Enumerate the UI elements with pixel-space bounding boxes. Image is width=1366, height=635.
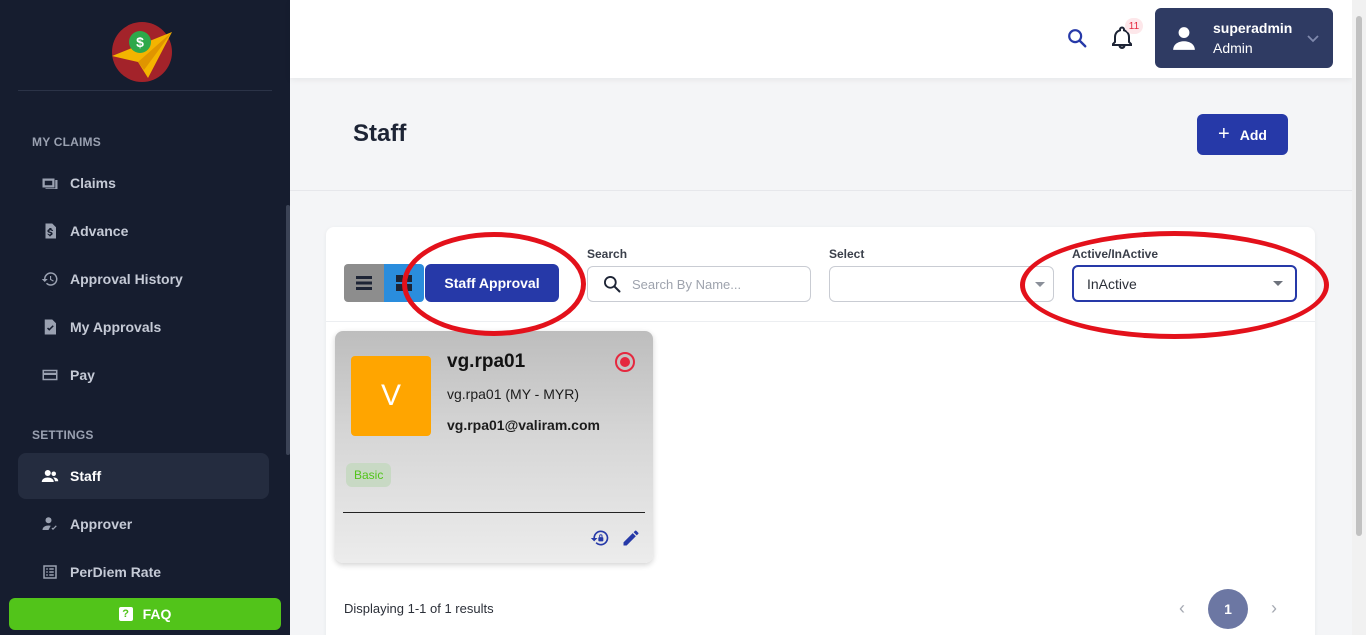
logo-divider xyxy=(18,90,272,91)
page-scrollbar[interactable] xyxy=(1352,0,1366,635)
section-title-settings: SETTINGS xyxy=(32,428,94,442)
results-count: Displaying 1-1 of 1 results xyxy=(344,601,494,616)
sidebar-item-label: Staff xyxy=(70,468,102,484)
staff-username: vg.rpa01 xyxy=(447,351,526,372)
chevron-left-icon[interactable]: ‹ xyxy=(1172,598,1192,618)
sidebar: $ MY CLAIMS Claims Advance Approval Hist… xyxy=(0,0,290,635)
sidebar-item-claims[interactable]: Claims xyxy=(18,160,269,206)
app-logo[interactable]: $ xyxy=(108,20,174,82)
plus-icon: + xyxy=(1218,123,1230,145)
sidebar-item-label: Approval History xyxy=(70,271,183,287)
staff-approval-button[interactable]: Staff Approval xyxy=(425,264,559,302)
view-toggle xyxy=(344,264,424,302)
users-icon xyxy=(40,466,60,486)
restore-lock-icon[interactable] xyxy=(590,528,610,548)
search-label: Search xyxy=(587,247,628,261)
help-icon: ? xyxy=(118,607,133,621)
top-bar: 11 superadmin Admin xyxy=(290,0,1352,78)
sidebar-item-label: My Approvals xyxy=(70,319,162,335)
page-title: Staff xyxy=(353,120,407,147)
advance-icon xyxy=(40,221,60,241)
svg-text:$: $ xyxy=(136,34,144,50)
claims-icon xyxy=(40,173,60,193)
sidebar-item-label: Claims xyxy=(70,175,116,191)
sidebar-item-perdiem-rate[interactable]: PerDiem Rate xyxy=(18,549,269,595)
search-icon[interactable] xyxy=(1066,27,1088,49)
add-label: Add xyxy=(1239,126,1267,143)
search-input[interactable] xyxy=(632,276,792,292)
sidebar-item-my-approvals[interactable]: My Approvals xyxy=(18,304,269,350)
sidebar-item-label: Pay xyxy=(70,367,95,383)
header-divider xyxy=(290,190,1352,191)
status-filter-dropdown[interactable]: InActive xyxy=(1072,265,1297,302)
grid-view-icon[interactable] xyxy=(384,264,424,302)
search-icon xyxy=(604,276,621,293)
user-menu[interactable]: superadmin Admin xyxy=(1155,8,1333,68)
sidebar-item-approver[interactable]: Approver xyxy=(18,501,269,547)
user-role: Admin xyxy=(1213,40,1253,56)
pagination-page-1[interactable]: 1 xyxy=(1208,589,1248,629)
faq-label: FAQ xyxy=(142,606,172,622)
list-view-icon[interactable] xyxy=(344,264,384,302)
section-title-my-claims: MY CLAIMS xyxy=(32,135,101,149)
staff-card[interactable]: V vg.rpa01 vg.rpa01 (MY - MYR) vg.rpa01@… xyxy=(335,331,653,563)
staff-avatar: V xyxy=(351,356,431,436)
tier-badge: Basic xyxy=(346,463,392,487)
sidebar-item-staff[interactable]: Staff xyxy=(18,453,269,499)
edit-pencil-icon[interactable] xyxy=(621,528,641,548)
sidebar-item-label: PerDiem Rate xyxy=(70,564,162,580)
select-dropdown[interactable] xyxy=(829,266,1054,302)
sidebar-item-label: Approver xyxy=(70,516,133,532)
faq-button[interactable]: ? FAQ xyxy=(9,598,281,630)
staff-subtitle: vg.rpa01 (MY - MYR) xyxy=(447,386,579,402)
sidebar-item-advance[interactable]: Advance xyxy=(18,208,269,254)
chevron-right-icon[interactable]: › xyxy=(1264,598,1284,618)
sidebar-scrollbar[interactable] xyxy=(286,205,290,455)
sidebar-item-pay[interactable]: Pay xyxy=(18,352,269,398)
search-field[interactable] xyxy=(587,266,811,302)
card-divider xyxy=(343,512,645,513)
approver-icon xyxy=(40,514,60,534)
approvals-icon xyxy=(40,317,60,337)
sidebar-item-approval-history[interactable]: Approval History xyxy=(18,256,269,302)
status-filter-label: Active/InActive xyxy=(1072,247,1159,261)
notification-badge: 11 xyxy=(1125,18,1143,34)
select-label: Select xyxy=(829,247,865,261)
staff-email: vg.rpa01@valiram.com xyxy=(447,417,600,433)
user-name: superadmin xyxy=(1213,20,1293,36)
inactive-status-icon xyxy=(615,352,635,372)
user-avatar-icon xyxy=(1171,25,1197,51)
card-icon xyxy=(40,365,60,385)
list-icon xyxy=(40,562,60,582)
sidebar-item-label: Advance xyxy=(70,223,129,239)
caret-down-icon xyxy=(1273,281,1283,286)
page-scrollbar-thumb[interactable] xyxy=(1356,16,1362,536)
history-icon xyxy=(40,269,60,289)
add-staff-button[interactable]: + Add xyxy=(1197,114,1288,155)
status-filter-value: InActive xyxy=(1087,275,1137,292)
filters-divider xyxy=(326,321,1315,322)
caret-down-icon xyxy=(1035,282,1045,287)
chevron-down-icon xyxy=(1305,30,1321,46)
